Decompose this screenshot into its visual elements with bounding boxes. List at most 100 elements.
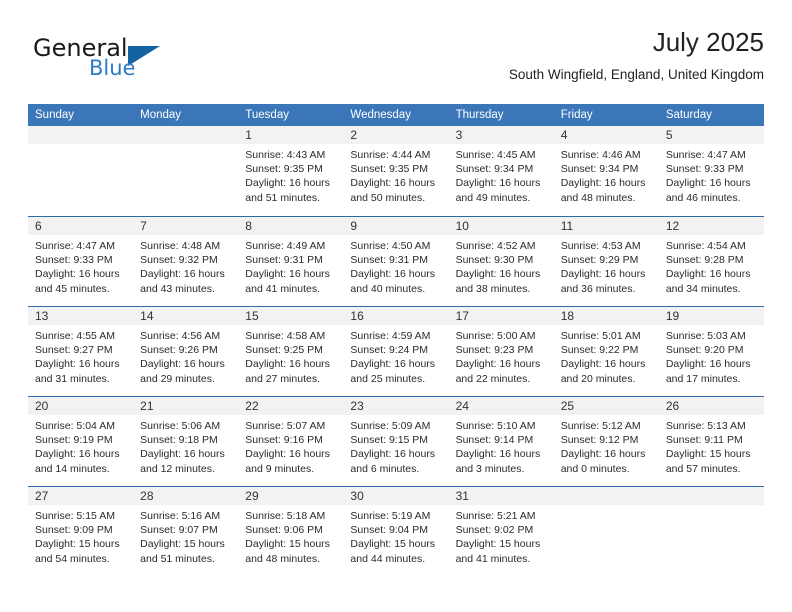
day-number: 22 — [245, 399, 259, 413]
day-daylight2-text: and 31 minutes. — [35, 372, 110, 385]
day-sunset-text: Sunset: 9:31 PM — [245, 254, 323, 267]
day-details: Sunrise: 4:58 AM Sunset: 9:25 PM Daylight:… — [245, 329, 339, 386]
day-daylight2-text: and 27 minutes. — [245, 372, 320, 385]
day-daylight1-text: Daylight: 16 hours — [350, 268, 436, 281]
day-details: Sunrise: 4:46 AM Sunset: 9:34 PM Daylight:… — [561, 148, 655, 205]
calendar-day-cell[interactable]: 27 Sunrise: 5:15 AM Sunset: 9:09 PM Dayligh… — [28, 487, 133, 576]
day-sunset-text: Sunset: 9:30 PM — [455, 254, 534, 267]
calendar-day-cell[interactable]: 13 Sunrise: 4:55 AM Sunset: 9:27 PM Dayligh… — [28, 307, 133, 396]
day-daylight1-text: Daylight: 16 hours — [665, 268, 751, 281]
calendar-week-row: 6 Sunrise: 4:47 AM Sunset: 9:33 PM Daylight… — [28, 216, 764, 306]
day-sunrise-text: Sunrise: 5:04 AM — [35, 420, 115, 432]
calendar-weeks: 1 Sunrise: 4:43 AM Sunset: 9:35 PM Daylight… — [28, 126, 764, 576]
calendar-day-cell[interactable]: 23 Sunrise: 5:09 AM Sunset: 9:15 PM Dayligh… — [343, 397, 448, 486]
day-sunset-text: Sunset: 9:22 PM — [560, 344, 639, 357]
day-sunrise-text: Sunrise: 5:10 AM — [455, 420, 536, 432]
day-number: 9 — [350, 219, 358, 233]
calendar-day-cell[interactable]: 30 Sunrise: 5:19 AM Sunset: 9:04 PM Dayligh… — [343, 487, 448, 576]
calendar-day-cell[interactable]: 1 Sunrise: 4:43 AM Sunset: 9:35 PM Daylight… — [238, 126, 343, 216]
calendar-day-cell[interactable]: 11 Sunrise: 4:53 AM Sunset: 9:29 PM Dayligh… — [554, 217, 659, 306]
day-details: Sunrise: 4:44 AM Sunset: 9:35 PM Daylight:… — [350, 148, 444, 205]
day-details: Sunrise: 4:47 AM Sunset: 9:33 PM Daylight:… — [666, 148, 760, 205]
calendar-day-cell[interactable]: 4 Sunrise: 4:46 AM Sunset: 9:34 PM Daylight… — [554, 126, 659, 216]
calendar-grid: Sunday Monday Tuesday Wednesday Thursday… — [28, 104, 764, 576]
day-number: 4 — [560, 128, 568, 142]
day-sunrise-text: Sunrise: 5:18 AM — [245, 510, 326, 522]
day-sunset-text: Sunset: 9:18 PM — [140, 434, 218, 447]
calendar-day-cell[interactable]: 25 Sunrise: 5:12 AM Sunset: 9:12 PM Dayligh… — [554, 397, 659, 486]
calendar-empty-cell — [659, 487, 764, 576]
day-sunrise-text: Sunrise: 5:16 AM — [140, 510, 221, 522]
day-sunset-text: Sunset: 9:25 PM — [245, 344, 323, 357]
day-sunrise-text: Sunrise: 4:47 AM — [35, 240, 115, 252]
calendar-day-cell[interactable]: 22 Sunrise: 5:07 AM Sunset: 9:16 PM Dayligh… — [238, 397, 343, 486]
calendar-day-cell[interactable]: 31 Sunrise: 5:21 AM Sunset: 9:02 PM Dayligh… — [449, 487, 554, 576]
calendar-day-cell[interactable]: 20 Sunrise: 5:04 AM Sunset: 9:19 PM Dayligh… — [28, 397, 133, 486]
day-sunset-text: Sunset: 9:28 PM — [665, 254, 744, 267]
day-daylight2-text: and 3 minutes. — [455, 462, 525, 475]
calendar-day-cell[interactable]: 2 Sunrise: 4:44 AM Sunset: 9:35 PM Daylight… — [343, 126, 448, 216]
calendar-day-cell[interactable]: 8 Sunrise: 4:49 AM Sunset: 9:31 PM Daylight… — [238, 217, 343, 306]
calendar-day-cell[interactable]: 7 Sunrise: 4:48 AM Sunset: 9:32 PM Daylight… — [133, 217, 238, 306]
day-daylight2-text: and 14 minutes. — [35, 462, 110, 475]
weekday-header-row: Sunday Monday Tuesday Wednesday Thursday… — [28, 104, 764, 126]
day-number: 31 — [455, 489, 469, 503]
calendar-day-cell[interactable]: 9 Sunrise: 4:50 AM Sunset: 9:31 PM Daylight… — [343, 217, 448, 306]
calendar-day-cell[interactable]: 26 Sunrise: 5:13 AM Sunset: 9:11 PM Dayligh… — [659, 397, 764, 486]
day-daylight2-text: and 0 minutes. — [560, 462, 630, 475]
day-number: 3 — [455, 128, 463, 142]
day-number: 12 — [665, 219, 680, 233]
calendar-empty-cell — [133, 126, 238, 216]
calendar-day-cell[interactable]: 15 Sunrise: 4:58 AM Sunset: 9:25 PM Dayligh… — [238, 307, 343, 396]
day-daylight2-text: and 50 minutes. — [350, 191, 426, 204]
day-sunset-text: Sunset: 9:14 PM — [455, 434, 534, 447]
day-daylight1-text: Daylight: 16 hours — [455, 177, 541, 190]
logo-text-blue: Blue — [89, 56, 136, 80]
day-sunrise-text: Sunrise: 5:12 AM — [560, 420, 641, 432]
day-daylight1-text: Daylight: 16 hours — [455, 268, 541, 281]
day-sunrise-text: Sunrise: 5:09 AM — [350, 420, 431, 432]
calendar-day-cell[interactable]: 6 Sunrise: 4:47 AM Sunset: 9:33 PM Daylight… — [28, 217, 133, 306]
day-daylight1-text: Daylight: 16 hours — [665, 177, 751, 190]
calendar-day-cell[interactable]: 17 Sunrise: 5:00 AM Sunset: 9:23 PM Dayligh… — [449, 307, 554, 396]
day-daylight2-text: and 22 minutes. — [455, 372, 531, 385]
generalblue-logo[interactable]: General Blue — [28, 32, 208, 88]
day-daylight2-text: and 34 minutes. — [665, 282, 741, 295]
day-details: Sunrise: 5:06 AM Sunset: 9:18 PM Daylight:… — [140, 419, 234, 476]
calendar-day-cell[interactable]: 21 Sunrise: 5:06 AM Sunset: 9:18 PM Dayligh… — [133, 397, 238, 486]
calendar-day-cell[interactable]: 14 Sunrise: 4:56 AM Sunset: 9:26 PM Dayligh… — [133, 307, 238, 396]
day-daylight1-text: Daylight: 16 hours — [665, 358, 751, 371]
calendar-day-cell[interactable]: 3 Sunrise: 4:45 AM Sunset: 9:34 PM Daylight… — [449, 126, 554, 216]
calendar-day-cell[interactable]: 10 Sunrise: 4:52 AM Sunset: 9:30 PM Dayligh… — [449, 217, 554, 306]
calendar-day-cell[interactable]: 16 Sunrise: 4:59 AM Sunset: 9:24 PM Dayligh… — [343, 307, 448, 396]
day-sunset-text: Sunset: 9:07 PM — [140, 524, 218, 537]
day-details: Sunrise: 5:01 AM Sunset: 9:22 PM Daylight:… — [561, 329, 655, 386]
day-details: Sunrise: 4:50 AM Sunset: 9:31 PM Daylight:… — [350, 239, 444, 296]
day-sunrise-text: Sunrise: 4:46 AM — [560, 149, 641, 161]
calendar-day-cell[interactable]: 19 Sunrise: 5:03 AM Sunset: 9:20 PM Dayligh… — [659, 307, 764, 396]
day-sunset-text: Sunset: 9:15 PM — [350, 434, 429, 447]
calendar-day-cell[interactable]: 29 Sunrise: 5:18 AM Sunset: 9:06 PM Dayligh… — [238, 487, 343, 576]
day-sunrise-text: Sunrise: 4:47 AM — [665, 149, 746, 161]
page-header: General Blue July 2025 South Wingfield, … — [28, 27, 764, 96]
day-number: 8 — [245, 219, 252, 233]
calendar-day-cell[interactable]: 24 Sunrise: 5:10 AM Sunset: 9:14 PM Dayligh… — [449, 397, 554, 486]
day-details: Sunrise: 4:43 AM Sunset: 9:35 PM Daylight:… — [245, 148, 339, 205]
calendar-day-cell[interactable]: 12 Sunrise: 4:54 AM Sunset: 9:28 PM Dayligh… — [659, 217, 764, 306]
day-daylight2-text: and 41 minutes. — [455, 552, 531, 565]
day-number — [35, 126, 129, 144]
day-number: 13 — [35, 309, 49, 323]
calendar-day-cell[interactable]: 5 Sunrise: 4:47 AM Sunset: 9:33 PM Daylight… — [659, 126, 764, 216]
day-number: 27 — [35, 489, 49, 503]
calendar-day-cell[interactable]: 28 Sunrise: 5:16 AM Sunset: 9:07 PM Dayligh… — [133, 487, 238, 576]
day-sunrise-text: Sunrise: 5:21 AM — [455, 510, 536, 522]
calendar-day-cell[interactable]: 18 Sunrise: 5:01 AM Sunset: 9:22 PM Dayligh… — [554, 307, 659, 396]
day-details: Sunrise: 5:12 AM Sunset: 9:12 PM Daylight:… — [561, 419, 655, 476]
day-sunset-text: Sunset: 9:24 PM — [350, 344, 429, 357]
day-details: Sunrise: 5:18 AM Sunset: 9:06 PM Daylight:… — [245, 509, 339, 566]
day-number: 18 — [560, 309, 575, 323]
weekday-header-sunday: Sunday — [35, 109, 75, 121]
day-daylight1-text: Daylight: 16 hours — [560, 448, 646, 461]
day-sunset-text: Sunset: 9:34 PM — [455, 163, 534, 176]
day-number: 2 — [350, 128, 358, 142]
